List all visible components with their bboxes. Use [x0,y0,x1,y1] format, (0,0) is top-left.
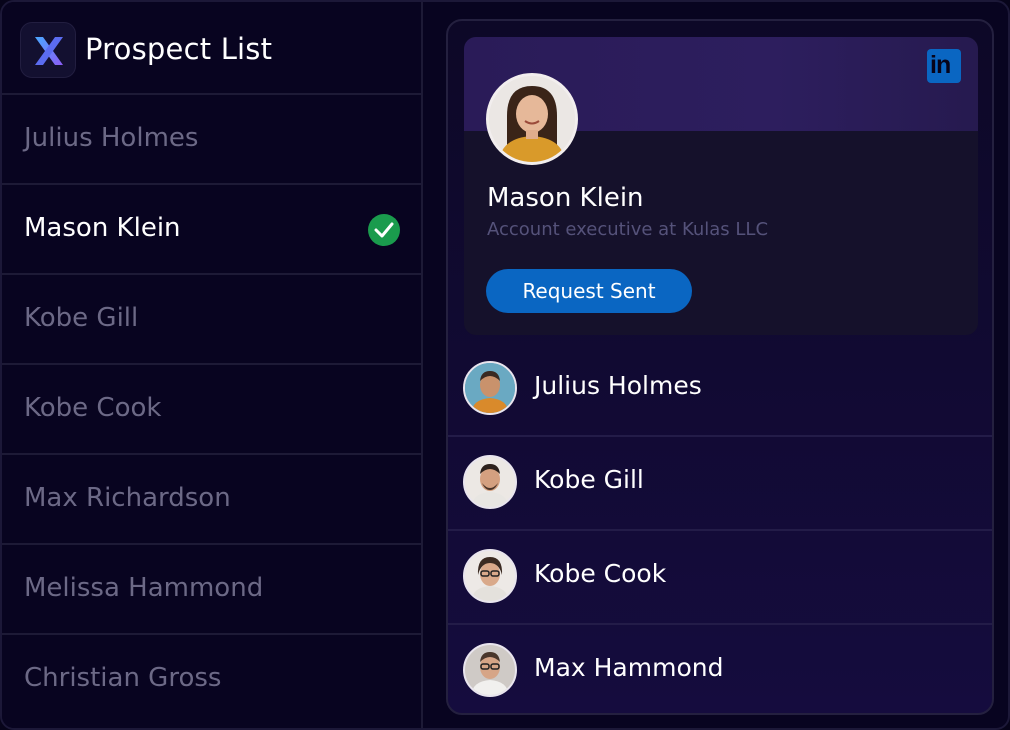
person-name: Max Hammond [534,653,724,682]
prospect-name: Christian Gross [24,663,222,693]
linkedin-label: in [930,51,951,79]
sidebar-header: Prospect List [2,2,421,95]
request-sent-button[interactable]: Request Sent [486,269,692,313]
prospect-item[interactable]: Melissa Hammond [2,545,421,635]
detail-panel: in Mason Klein Account executive at Kula… [446,19,994,715]
avatar [463,549,517,603]
person-row[interactable]: Max Hammond [448,625,992,713]
person-row[interactable]: Kobe Cook [448,531,992,625]
prospect-item[interactable]: Christian Gross [2,635,421,725]
check-circle-icon [368,214,400,246]
prospect-item-selected[interactable]: Mason Klein [2,185,421,275]
app-window: Prospect List Julius Holmes Mason Klein … [0,0,1010,730]
x-logo-icon [20,22,76,78]
prospect-name: Julius Holmes [24,123,199,153]
prospect-name: Kobe Cook [24,393,162,423]
prospect-item[interactable]: Max Richardson [2,455,421,545]
avatar [463,643,517,697]
person-name: Kobe Gill [534,465,644,494]
prospect-sidebar: Prospect List Julius Holmes Mason Klein … [2,2,423,728]
person-name: Kobe Cook [534,559,667,588]
profile-name: Mason Klein [487,183,644,213]
prospect-item[interactable]: Julius Holmes [2,95,421,185]
avatar [463,361,517,415]
prospect-name: Kobe Gill [24,303,139,333]
profile-card: in Mason Klein Account executive at Kula… [464,37,978,335]
profile-role: Account executive at Kulas LLC [487,219,769,240]
prospect-name: Melissa Hammond [24,573,264,603]
linkedin-icon[interactable]: in [927,49,961,83]
person-name: Julius Holmes [534,371,702,400]
person-row[interactable]: Julius Holmes [448,343,992,437]
avatar [463,455,517,509]
prospect-item[interactable]: Kobe Cook [2,365,421,455]
prospect-item[interactable]: Kobe Gill [2,275,421,365]
prospect-name: Max Richardson [24,483,231,513]
person-row[interactable]: Kobe Gill [448,437,992,531]
profile-photo [486,73,578,165]
prospect-name: Mason Klein [24,213,181,243]
page-title: Prospect List [85,32,273,66]
